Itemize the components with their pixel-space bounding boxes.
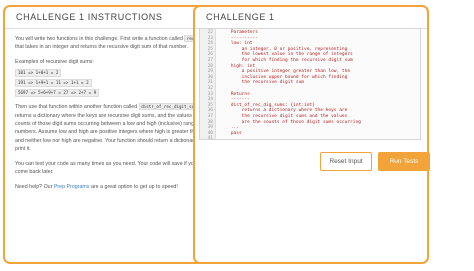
example-line: 5697 => 5+6+9+7 = 27 => 2+7 = 9	[15, 89, 100, 98]
example-line: 101 => 1+0+1 = 2	[15, 69, 62, 78]
challenge-title: CHALLENGE 1	[195, 7, 427, 29]
instructions-paragraph-2: Then use that function within another fu…	[15, 103, 220, 153]
example-line: 191 => 1+9+1 = 11 => 1+1 = 2	[15, 79, 92, 88]
code-editor[interactable]: 22 23 24 25 26 27 28 29 30 31 32 33 34 35 36 37 38 39 40 41…	[199, 28, 421, 140]
line-number-gutter: 22 23 24 25 26 27 28 29 30 31 32 33 34 35 36 37 38 39 40 41	[200, 29, 216, 139]
code-content[interactable]: Parameters ---------- low: int an intege…	[220, 30, 418, 139]
reset-input-button[interactable]: Reset Input	[320, 152, 372, 171]
instructions-paragraph-4: Need help? Our Prep Programs are a great…	[15, 183, 178, 190]
line-number: 41	[207, 136, 213, 140]
run-tests-button[interactable]: Run Tests	[378, 152, 430, 171]
examples-list: 101 => 1+0+1 = 2 191 => 1+9+1 = 11 => 1+…	[15, 69, 220, 98]
examples-label: Examples of recursive digit sums:	[15, 59, 94, 66]
prep-programs-link[interactable]: Prep Programs	[54, 184, 90, 190]
instructions-paragraph-1: You will write two functions in this cha…	[15, 35, 220, 52]
instructions-paragraph-3: You can test your code as many times as …	[15, 160, 216, 175]
